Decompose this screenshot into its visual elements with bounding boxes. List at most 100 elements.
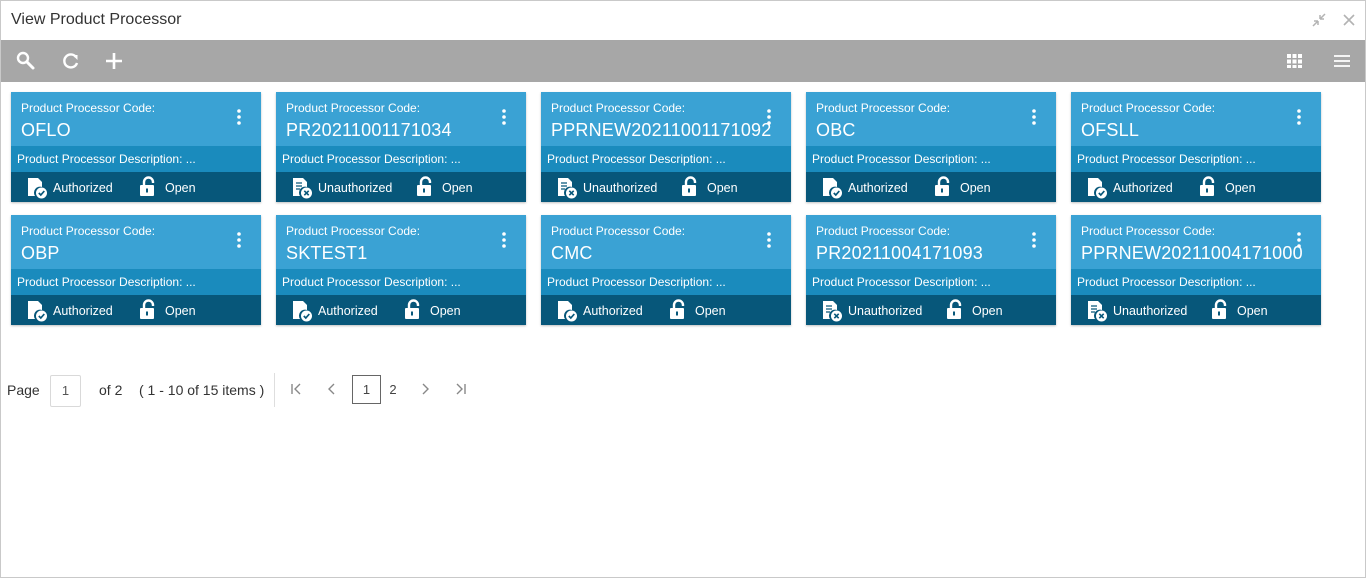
more-options-icon[interactable] xyxy=(1289,230,1309,250)
authorized-icon xyxy=(820,176,844,200)
authorized-icon xyxy=(1085,176,1109,200)
unauthorized-icon xyxy=(290,176,314,200)
code-label: Product Processor Code: xyxy=(21,101,156,115)
status-row: Authorized Open xyxy=(1071,172,1321,202)
code-label: Product Processor Code: xyxy=(1081,224,1216,238)
unlock-icon xyxy=(137,176,159,198)
last-page-icon[interactable] xyxy=(453,381,469,397)
page-count-label: of 2 xyxy=(99,382,123,398)
more-options-icon[interactable] xyxy=(1024,107,1044,127)
description-row: Product Processor Description: ... xyxy=(806,269,1056,295)
list-view-icon[interactable] xyxy=(1331,50,1353,72)
code-label: Product Processor Code: xyxy=(1081,101,1216,115)
code-label: Product Processor Code: xyxy=(551,224,686,238)
toolbar xyxy=(1,40,1365,82)
status-row: Unauthorized Open xyxy=(1071,295,1321,325)
next-page-icon[interactable] xyxy=(417,381,433,397)
authorized-icon xyxy=(290,299,314,323)
minimize-icon[interactable] xyxy=(1310,11,1328,29)
authorization-status: Authorized xyxy=(53,181,113,195)
more-options-icon[interactable] xyxy=(1289,107,1309,127)
processor-code: OBP xyxy=(21,243,60,263)
product-processor-card[interactable]: Product Processor Code: SKTEST1 Product Pr… xyxy=(276,215,526,325)
page-1-button[interactable]: 1 xyxy=(352,375,381,404)
more-options-icon[interactable] xyxy=(494,107,514,127)
description-row: Product Processor Description: ... xyxy=(541,146,791,172)
open-status: Open xyxy=(442,181,473,195)
unlock-icon xyxy=(414,176,436,198)
status-row: Unauthorized Open xyxy=(276,172,526,202)
unlock-icon xyxy=(1209,299,1231,321)
authorization-status: Unauthorized xyxy=(318,181,393,195)
status-row: Unauthorized Open xyxy=(541,172,791,202)
code-label: Product Processor Code: xyxy=(551,101,686,115)
status-row: Authorized Open xyxy=(11,172,261,202)
authorization-status: Authorized xyxy=(318,304,378,318)
processor-code: OBC xyxy=(816,120,856,140)
product-processor-card[interactable]: Product Processor Code: OFLO Product Proce… xyxy=(11,92,261,202)
unlock-icon xyxy=(679,176,701,198)
unlock-icon xyxy=(932,176,954,198)
page-number-input[interactable]: 1 xyxy=(50,375,81,407)
unlock-icon xyxy=(667,299,689,321)
more-options-icon[interactable] xyxy=(229,230,249,250)
description-label: Product Processor Description: ... xyxy=(282,152,461,166)
product-processor-card[interactable]: Product Processor Code: PPRNEW20211001171… xyxy=(541,92,791,202)
product-processor-card[interactable]: Product Processor Code: OBC Product Proces… xyxy=(806,92,1056,202)
pagination-divider xyxy=(274,373,275,407)
page-2-button[interactable]: 2 xyxy=(383,375,403,404)
description-label: Product Processor Description: ... xyxy=(812,152,991,166)
product-processor-card[interactable]: Product Processor Code: CMC Product Proces… xyxy=(541,215,791,325)
product-processor-card[interactable]: Product Processor Code: OFSLL Product Proc… xyxy=(1071,92,1321,202)
open-status: Open xyxy=(430,304,461,318)
processor-code: PPRNEW20211001171092 xyxy=(551,120,772,140)
previous-page-icon[interactable] xyxy=(324,381,340,397)
product-processor-card[interactable]: Product Processor Code: PR20211004171093 P… xyxy=(806,215,1056,325)
unlock-icon xyxy=(1197,176,1219,198)
first-page-icon[interactable] xyxy=(288,381,304,397)
authorized-icon xyxy=(555,299,579,323)
description-label: Product Processor Description: ... xyxy=(17,152,196,166)
description-row: Product Processor Description: ... xyxy=(276,269,526,295)
open-status: Open xyxy=(1237,304,1268,318)
description-row: Product Processor Description: ... xyxy=(11,269,261,295)
view-product-processor-window: View Product Processor Product Processor… xyxy=(0,0,1366,578)
description-row: Product Processor Description: ... xyxy=(1071,269,1321,295)
more-options-icon[interactable] xyxy=(759,230,779,250)
add-icon[interactable] xyxy=(103,50,125,72)
refresh-icon[interactable] xyxy=(60,50,82,72)
processor-code: CMC xyxy=(551,243,593,263)
pagination: Page 1 of 2 ( 1 - 10 of 15 items ) 1 2 xyxy=(1,373,501,409)
authorization-status: Unauthorized xyxy=(1113,304,1188,318)
grid-view-icon[interactable] xyxy=(1284,50,1306,72)
more-options-icon[interactable] xyxy=(494,230,514,250)
product-processor-card[interactable]: Product Processor Code: PPRNEW20211004171… xyxy=(1071,215,1321,325)
close-icon[interactable] xyxy=(1340,11,1358,29)
description-label: Product Processor Description: ... xyxy=(17,275,196,289)
search-icon[interactable] xyxy=(15,50,37,72)
description-row: Product Processor Description: ... xyxy=(11,146,261,172)
status-row: Authorized Open xyxy=(276,295,526,325)
processor-code: OFSLL xyxy=(1081,120,1140,140)
page-label: Page xyxy=(7,382,40,398)
authorized-icon xyxy=(25,299,49,323)
code-label: Product Processor Code: xyxy=(286,101,421,115)
unlock-icon xyxy=(137,299,159,321)
more-options-icon[interactable] xyxy=(229,107,249,127)
description-row: Product Processor Description: ... xyxy=(806,146,1056,172)
open-status: Open xyxy=(165,304,196,318)
code-label: Product Processor Code: xyxy=(286,224,421,238)
title-bar: View Product Processor xyxy=(1,1,1365,40)
description-row: Product Processor Description: ... xyxy=(541,269,791,295)
description-row: Product Processor Description: ... xyxy=(1071,146,1321,172)
description-label: Product Processor Description: ... xyxy=(1077,152,1256,166)
processor-code: PR20211001171034 xyxy=(286,120,452,140)
more-options-icon[interactable] xyxy=(759,107,779,127)
description-label: Product Processor Description: ... xyxy=(812,275,991,289)
product-processor-card[interactable]: Product Processor Code: PR20211001171034 P… xyxy=(276,92,526,202)
processor-code: SKTEST1 xyxy=(286,243,368,263)
product-processor-card[interactable]: Product Processor Code: OBP Product Proces… xyxy=(11,215,261,325)
authorization-status: Authorized xyxy=(583,304,643,318)
more-options-icon[interactable] xyxy=(1024,230,1044,250)
authorization-status: Unauthorized xyxy=(583,181,658,195)
